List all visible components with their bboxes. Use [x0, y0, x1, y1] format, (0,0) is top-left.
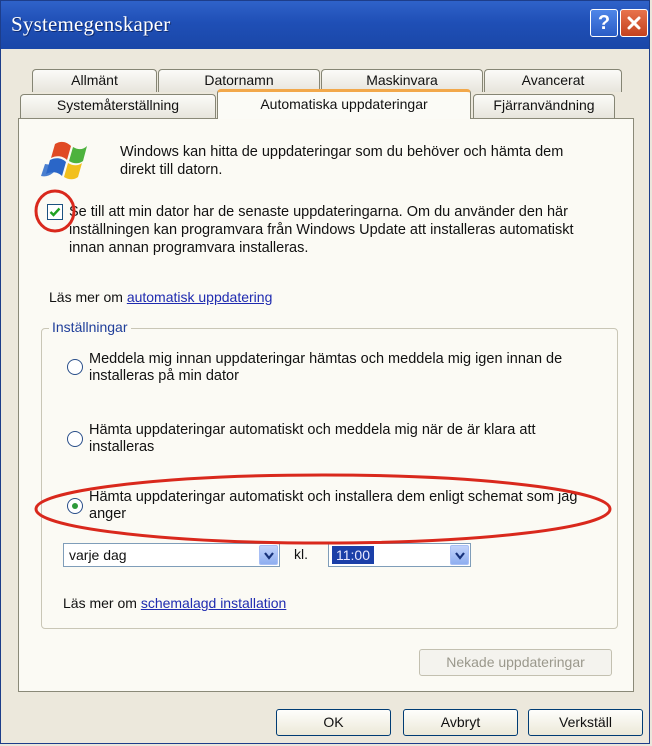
intro-text: Windows kan hitta de uppdateringar som d… — [120, 144, 564, 178]
tab-fjarranvandning[interactable]: Fjärranvändning — [473, 94, 615, 118]
schedule-time-value: 11:00 — [332, 546, 374, 564]
settings-legend: Inställningar — [49, 319, 131, 335]
day-dropdown-button[interactable] — [259, 545, 278, 565]
apply-button[interactable]: Verkställ — [528, 709, 643, 736]
radio-selected-dot — [72, 503, 78, 509]
schedule-time-select[interactable]: 11:00 — [328, 543, 471, 567]
radio-notify-before-download[interactable] — [67, 359, 83, 375]
radio-download-and-notify[interactable] — [67, 431, 83, 447]
schedule-day-select[interactable]: varje dag — [63, 543, 280, 567]
time-label: kl. — [294, 546, 308, 562]
learn-more-scheduled: Läs mer om schemalagd installation — [63, 595, 286, 611]
cancel-button[interactable]: Avbryt — [403, 709, 518, 736]
chevron-down-icon — [264, 552, 274, 560]
checkmark-icon — [49, 207, 61, 217]
scheduled-install-link[interactable]: schemalagd installation — [141, 595, 287, 611]
radio-auto-install-schedule[interactable] — [67, 498, 83, 514]
title-bar[interactable]: Systemegenskaper ? — [1, 1, 649, 49]
keep-updated-checkbox[interactable] — [47, 204, 63, 220]
tab-systematerstallning[interactable]: Systemåterställning — [20, 94, 216, 118]
learn-more-prefix: Läs mer om — [49, 289, 127, 305]
ok-button[interactable]: OK — [276, 709, 391, 736]
windows-update-icon — [41, 141, 87, 180]
radio-auto-install-schedule-label[interactable]: Hämta uppdateringar automatiskt och inst… — [89, 489, 589, 523]
keep-updated-label[interactable]: Se till att min dator har de senaste upp… — [69, 203, 609, 257]
radio-notify-before-download-label[interactable]: Meddela mig innan uppdateringar hämtas o… — [89, 351, 589, 385]
learn-more-scheduled-prefix: Läs mer om — [63, 595, 141, 611]
learn-more-auto-update: Läs mer om automatisk uppdatering — [49, 289, 272, 305]
time-dropdown-button[interactable] — [450, 545, 469, 565]
chevron-down-icon — [455, 552, 465, 560]
system-properties-window: Systemegenskaper ? Allmänt Datornamn Mas… — [0, 0, 650, 744]
close-button[interactable] — [620, 9, 648, 37]
radio-download-and-notify-label[interactable]: Hämta uppdateringar automatiskt och medd… — [89, 422, 589, 456]
close-icon — [627, 16, 641, 30]
automatic-update-link[interactable]: automatisk uppdatering — [127, 289, 273, 305]
declined-updates-button[interactable]: Nekade uppdateringar — [419, 649, 612, 676]
window-title: Systemegenskaper — [11, 12, 171, 36]
help-button[interactable]: ? — [590, 9, 618, 37]
tab-automatiska-uppdateringar[interactable]: Automatiska uppdateringar — [217, 89, 471, 119]
tab-avancerat[interactable]: Avancerat — [484, 69, 622, 92]
schedule-day-value: varje dag — [69, 547, 127, 563]
tab-allmant[interactable]: Allmänt — [32, 69, 157, 92]
